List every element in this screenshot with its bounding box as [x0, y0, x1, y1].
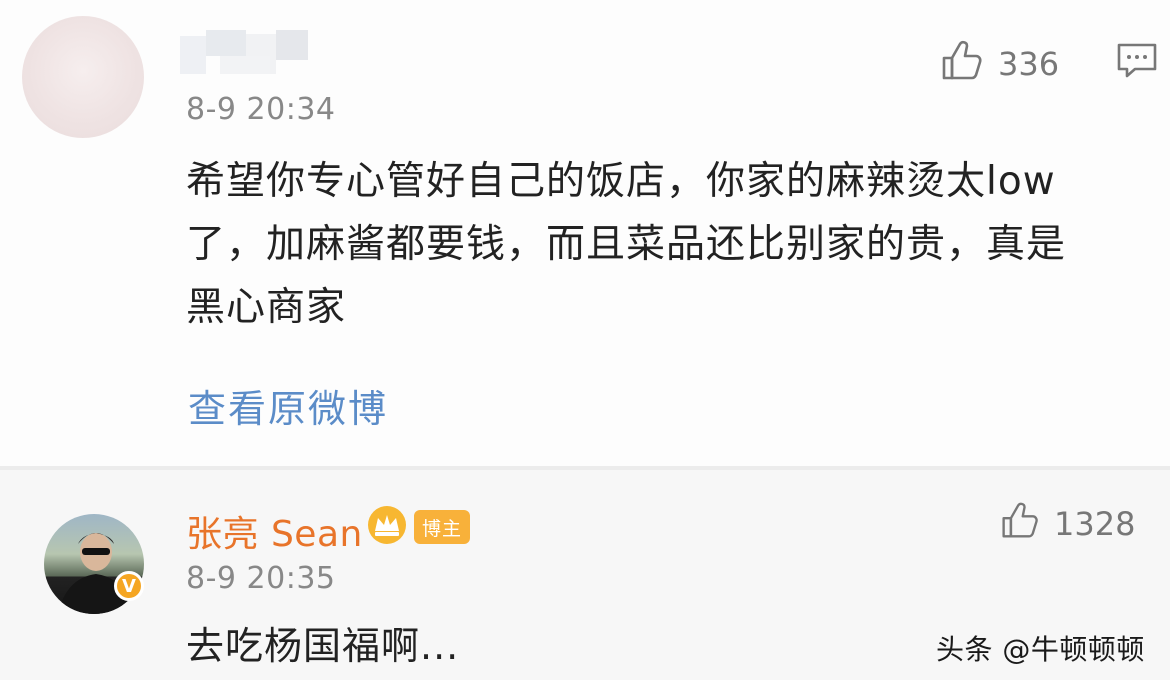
- comment-like-count: 336: [998, 45, 1060, 83]
- comment-like-button[interactable]: 336: [940, 38, 1059, 90]
- reply-text: 去吃杨国福啊...: [186, 624, 460, 668]
- watermark: 头条 @牛顿顿顿: [936, 633, 1145, 666]
- crown-icon: [365, 503, 409, 549]
- comment-timestamp: 8-9 20:34: [186, 92, 336, 127]
- thumbs-up-icon: [1000, 500, 1040, 548]
- reply-like-button[interactable]: 1328: [1000, 500, 1135, 548]
- reply-like-count: 1328: [1054, 505, 1136, 543]
- thumbs-up-icon: [940, 38, 984, 90]
- reply-timestamp: 8-9 20:35: [186, 561, 336, 596]
- commenter-avatar[interactable]: [22, 16, 144, 138]
- author-badge: 博主: [414, 510, 470, 544]
- comment-bubble-icon[interactable]: [1116, 42, 1158, 84]
- view-original-link[interactable]: 查看原微博: [188, 378, 388, 433]
- comment-text: 希望你专心管好自己的饭店，你家的麻辣烫太low了，加麻酱都要钱，而且菜品还比别家…: [186, 159, 1067, 330]
- reply-username[interactable]: 张亮 Sean: [186, 505, 363, 557]
- blurred-username: [180, 30, 330, 74]
- verified-icon: V: [114, 571, 144, 601]
